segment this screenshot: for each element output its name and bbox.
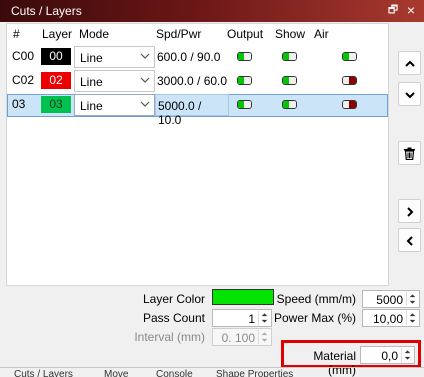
bottom-tab-bar: Cuts / Layers Move Console Shape Propert…	[0, 367, 424, 377]
collapse-button[interactable]	[398, 228, 421, 252]
layers-table: # Layer Mode Spd/Pwr Output Show Air C00…	[6, 23, 389, 286]
show-toggle[interactable]	[282, 100, 297, 109]
interval-value: 0. 100	[221, 331, 255, 345]
output-toggle[interactable]	[237, 100, 252, 109]
show-toggle[interactable]	[282, 76, 297, 85]
table-row[interactable]: C02 02 Line 3000.0 / 60.0	[7, 70, 388, 93]
spinner-arrows-icon[interactable]	[258, 311, 270, 325]
spd-pwr-cell[interactable]: 5000.0 / 10.0	[155, 94, 229, 127]
output-toggle[interactable]	[237, 52, 252, 61]
tab-cuts-layers[interactable]: Cuts / Layers	[14, 368, 84, 377]
show-toggle[interactable]	[282, 52, 297, 61]
close-icon[interactable]: ×	[404, 3, 418, 18]
chevron-up-icon	[405, 60, 415, 67]
power-max-label: Power Max (%)	[273, 311, 356, 325]
mode-select[interactable]: Line	[74, 94, 155, 116]
spd-pwr-value: 600.0 / 90.0	[157, 50, 221, 64]
air-toggle[interactable]	[342, 100, 357, 109]
header-output[interactable]: Output	[227, 27, 263, 41]
header-air[interactable]: Air	[314, 27, 329, 41]
layer-color-picker[interactable]	[212, 289, 274, 305]
header-mode[interactable]: Mode	[79, 27, 109, 41]
trash-icon	[404, 147, 415, 160]
mode-value: Line	[80, 51, 103, 65]
window-title: Cuts / Layers	[11, 4, 82, 18]
chevron-down-icon	[140, 101, 150, 107]
output-toggle[interactable]	[237, 76, 252, 85]
tab-move[interactable]: Move	[104, 368, 140, 377]
header-num[interactable]: #	[13, 27, 20, 41]
mode-value: Line	[80, 99, 103, 113]
spd-pwr-cell[interactable]: 600.0 / 90.0	[155, 46, 229, 68]
interval-label: Interval (mm)	[134, 330, 205, 344]
interval-spinner[interactable]: 0. 100	[212, 328, 272, 346]
power-max-spinner[interactable]: 10,00	[362, 309, 420, 327]
chevron-down-icon	[405, 92, 415, 99]
move-down-button[interactable]	[398, 82, 421, 106]
table-row[interactable]: 03 03 Line 5000.0 / 10.0	[7, 94, 388, 127]
layer-color-label: Layer Color	[142, 292, 205, 306]
tab-shape-properties[interactable]: Shape Properties	[216, 368, 306, 377]
tab-console[interactable]: Console	[156, 368, 198, 377]
spd-pwr-cell[interactable]: 3000.0 / 60.0	[155, 70, 229, 92]
row-number: C02	[12, 73, 35, 87]
material-spinner[interactable]: 0,0	[360, 346, 415, 364]
window-titlebar: Cuts / Layers 🗗 ×	[0, 0, 424, 22]
speed-spinner[interactable]: 5000	[362, 290, 420, 308]
chevron-right-icon	[407, 207, 414, 217]
move-up-button[interactable]	[398, 51, 421, 75]
spd-pwr-value: 5000.0 / 10.0	[158, 99, 202, 127]
delete-layer-button[interactable]	[398, 141, 421, 165]
table-row[interactable]: C00 00 Line 600.0 / 90.0	[7, 46, 388, 69]
header-layer[interactable]: Layer	[42, 27, 72, 41]
expand-button[interactable]	[398, 199, 421, 223]
mode-value: Line	[80, 75, 103, 89]
speed-value: 5000	[376, 293, 403, 307]
spinner-arrows-icon[interactable]	[401, 348, 413, 362]
spinner-arrows-icon[interactable]	[258, 330, 270, 344]
spinner-arrows-icon[interactable]	[406, 292, 418, 306]
mode-select[interactable]: Line	[74, 70, 155, 92]
chevron-left-icon	[406, 236, 413, 246]
material-value: 0,0	[381, 349, 398, 363]
spd-pwr-value: 3000.0 / 60.0	[157, 74, 228, 88]
pass-count-value: 1	[248, 312, 255, 326]
air-toggle[interactable]	[342, 52, 357, 61]
float-window-icon[interactable]: 🗗	[386, 3, 400, 18]
layer-swatch[interactable]: 02	[41, 72, 71, 89]
speed-label: Speed (mm/m)	[276, 292, 356, 306]
layer-swatch[interactable]: 00	[41, 48, 71, 65]
air-toggle[interactable]	[342, 76, 357, 85]
header-show[interactable]: Show	[275, 27, 305, 41]
chevron-down-icon	[140, 77, 150, 83]
header-spd-pwr[interactable]: Spd/Pwr	[156, 27, 201, 41]
layer-swatch[interactable]: 03	[41, 96, 71, 113]
mode-select[interactable]: Line	[74, 46, 155, 68]
spinner-arrows-icon[interactable]	[406, 311, 418, 325]
pass-count-spinner[interactable]: 1	[212, 309, 272, 327]
pass-count-label: Pass Count	[142, 311, 205, 325]
chevron-down-icon	[140, 53, 150, 59]
row-number: C00	[12, 49, 35, 63]
power-max-value: 10,00	[372, 312, 403, 326]
row-number: 03	[12, 97, 26, 111]
